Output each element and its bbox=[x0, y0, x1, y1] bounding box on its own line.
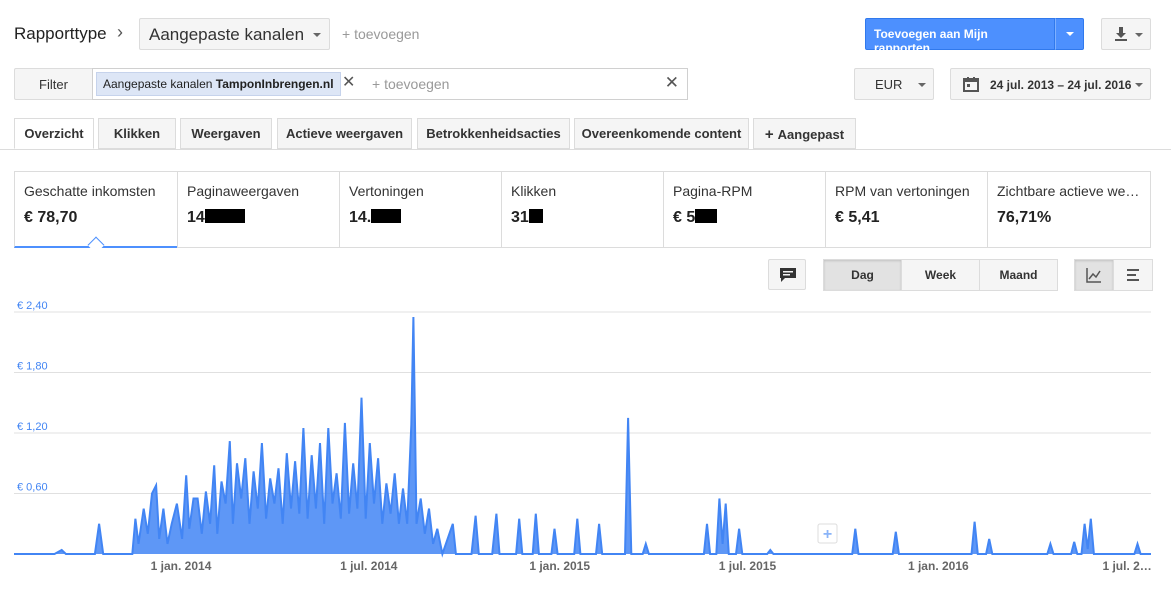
redaction-block bbox=[204, 209, 245, 223]
tab-overeenkomende-content[interactable]: Overeenkomende content bbox=[574, 118, 749, 149]
x-tick-label: 1 jan. 2014 bbox=[151, 559, 212, 573]
metric-value-text: 14. bbox=[349, 209, 372, 226]
download-button[interactable] bbox=[1101, 18, 1151, 50]
metric-label: Vertoningen bbox=[349, 183, 424, 199]
add-annotation-marker[interactable]: + bbox=[817, 523, 838, 544]
tab-actieve-weergaven[interactable]: Actieve weergaven bbox=[277, 118, 412, 149]
chart-series bbox=[14, 316, 1151, 558]
metric-value-text: 31 bbox=[511, 209, 529, 226]
x-tick-label: 1 jul. 2… bbox=[1102, 559, 1151, 573]
chevron-down-icon bbox=[918, 83, 926, 87]
x-tick-label: 1 jan. 2016 bbox=[908, 559, 969, 573]
metric-card-page-rpm[interactable]: Pagina-RPM € 5 bbox=[663, 171, 826, 248]
metric-card-pageviews[interactable]: Paginaweergaven 14 bbox=[177, 171, 340, 248]
granularity-week-button[interactable]: Week bbox=[901, 259, 980, 291]
y-tick-label: € 2,40 bbox=[17, 300, 48, 312]
tab-aangepast-label: Aangepast bbox=[777, 127, 845, 142]
metric-value: 14 bbox=[187, 209, 330, 227]
report-type-dropdown[interactable]: Aangepaste kanalen bbox=[139, 18, 330, 50]
filter-add-placeholder[interactable]: + toevoegen bbox=[372, 76, 449, 92]
annotation-button[interactable] bbox=[768, 259, 806, 290]
filter-button[interactable]: Filter bbox=[14, 68, 93, 100]
tab-aangepast[interactable]: + Aangepast bbox=[753, 118, 856, 149]
currency-dropdown[interactable]: EUR bbox=[854, 68, 934, 100]
comment-icon bbox=[780, 268, 796, 282]
clear-filter-icon[interactable]: ✕ bbox=[665, 73, 679, 93]
x-tick-label: 1 jul. 2015 bbox=[719, 559, 777, 573]
series-area bbox=[14, 317, 1151, 554]
metric-value: € 5,41 bbox=[835, 209, 880, 226]
tab-weergaven[interactable]: Weergaven bbox=[180, 118, 272, 149]
add-report-type-link[interactable]: + toevoegen bbox=[342, 26, 419, 42]
table-view-button[interactable] bbox=[1113, 259, 1153, 291]
chevron-down-icon bbox=[1135, 33, 1143, 37]
metric-value: € 78,70 bbox=[24, 209, 78, 226]
earnings-chart[interactable]: € 0,60 € 1,20 € 1,80 € 2,40 1 jan. 2014 1 ju… bbox=[0, 300, 1171, 595]
metric-label: Zichtbare actieve we… bbox=[997, 183, 1140, 199]
breadcrumb-separator-icon: › bbox=[117, 22, 123, 42]
metric-value-text: € 5 bbox=[673, 209, 696, 226]
metric-label: Pagina-RPM bbox=[673, 183, 753, 199]
y-tick-label: € 1,80 bbox=[17, 361, 48, 373]
adsense-report-page: Rapporttype › Aangepaste kanalen + toevo… bbox=[0, 0, 1171, 600]
metric-label: RPM van vertoningen bbox=[835, 183, 970, 199]
metric-card-impressions[interactable]: Vertoningen 14. bbox=[339, 171, 502, 248]
y-tick-label: € 0,60 bbox=[17, 482, 48, 494]
filter-chip-value: TamponInbrengen.nl bbox=[215, 77, 334, 91]
date-range-picker[interactable]: 24 jul. 2013 – 24 jul. 2016 bbox=[950, 68, 1151, 100]
currency-value: EUR bbox=[875, 77, 903, 92]
tab-divider bbox=[0, 149, 1171, 150]
date-range-value: 24 jul. 2013 – 24 jul. 2016 bbox=[990, 78, 1132, 92]
metric-label: Klikken bbox=[511, 183, 557, 199]
metric-value: 14. bbox=[349, 209, 492, 227]
line-chart-view-button[interactable] bbox=[1074, 259, 1114, 291]
y-axis-labels: € 0,60 € 1,20 € 1,80 € 2,40 bbox=[17, 300, 48, 494]
metric-card-clicks[interactable]: Klikken 31 bbox=[501, 171, 664, 248]
metric-card-active-view-viewable[interactable]: Zichtbare actieve we… 76,71% bbox=[987, 171, 1151, 248]
metric-value: € 5 bbox=[673, 209, 816, 227]
download-icon bbox=[1115, 27, 1127, 41]
add-to-reports-menu-button[interactable] bbox=[1055, 18, 1084, 50]
x-axis-labels: 1 jan. 2014 1 jul. 2014 1 jan. 2015 1 jul. … bbox=[151, 559, 1152, 573]
line-chart-icon bbox=[1086, 268, 1101, 283]
tab-betrokkenheidsacties[interactable]: Betrokkenheidsacties bbox=[417, 118, 570, 149]
tab-overzicht[interactable]: Overzicht bbox=[14, 118, 94, 149]
table-icon bbox=[1127, 269, 1139, 281]
redaction-block bbox=[528, 209, 543, 223]
report-type-label: Rapporttype bbox=[14, 24, 107, 43]
granularity-day-button[interactable]: Dag bbox=[823, 259, 902, 291]
metric-label: Geschatte inkomsten bbox=[24, 183, 156, 199]
report-type-value: Aangepaste kanalen bbox=[149, 25, 305, 44]
filter-input[interactable]: Aangepaste kanalen TamponInbrengen.nl ✕ … bbox=[92, 68, 688, 100]
granularity-month-button[interactable]: Maand bbox=[979, 259, 1058, 291]
chevron-down-icon bbox=[1135, 83, 1143, 87]
chevron-down-icon bbox=[1066, 32, 1074, 36]
x-tick-label: 1 jan. 2015 bbox=[529, 559, 590, 573]
x-tick-label: 1 jul. 2014 bbox=[340, 559, 398, 573]
metrics-row: Geschatte inkomsten € 78,70 Paginaweerga… bbox=[14, 171, 1151, 248]
metric-card-impression-rpm[interactable]: RPM van vertoningen € 5,41 bbox=[825, 171, 988, 248]
plus-icon: + bbox=[764, 126, 774, 143]
filter-chip-prefix: Aangepaste kanalen bbox=[103, 77, 213, 91]
add-to-my-reports-button[interactable]: Toevoegen aan Mijn rapporten bbox=[865, 18, 1055, 55]
calendar-icon bbox=[963, 77, 979, 92]
redaction-block bbox=[371, 209, 402, 223]
metric-value: 76,71% bbox=[997, 209, 1052, 226]
filter-chip[interactable]: Aangepaste kanalen TamponInbrengen.nl bbox=[96, 72, 341, 96]
redaction-block bbox=[695, 209, 718, 223]
chevron-down-icon bbox=[313, 33, 321, 37]
metric-value-text: 14 bbox=[187, 209, 205, 226]
chart-grid bbox=[14, 311, 1151, 494]
tab-klikken[interactable]: Klikken bbox=[98, 118, 176, 149]
metric-value: 31 bbox=[511, 209, 654, 227]
y-tick-label: € 1,20 bbox=[17, 421, 48, 433]
plus-icon: + bbox=[823, 526, 832, 543]
metric-label: Paginaweergaven bbox=[187, 183, 300, 199]
remove-filter-chip-icon[interactable]: ✕ bbox=[342, 72, 355, 92]
